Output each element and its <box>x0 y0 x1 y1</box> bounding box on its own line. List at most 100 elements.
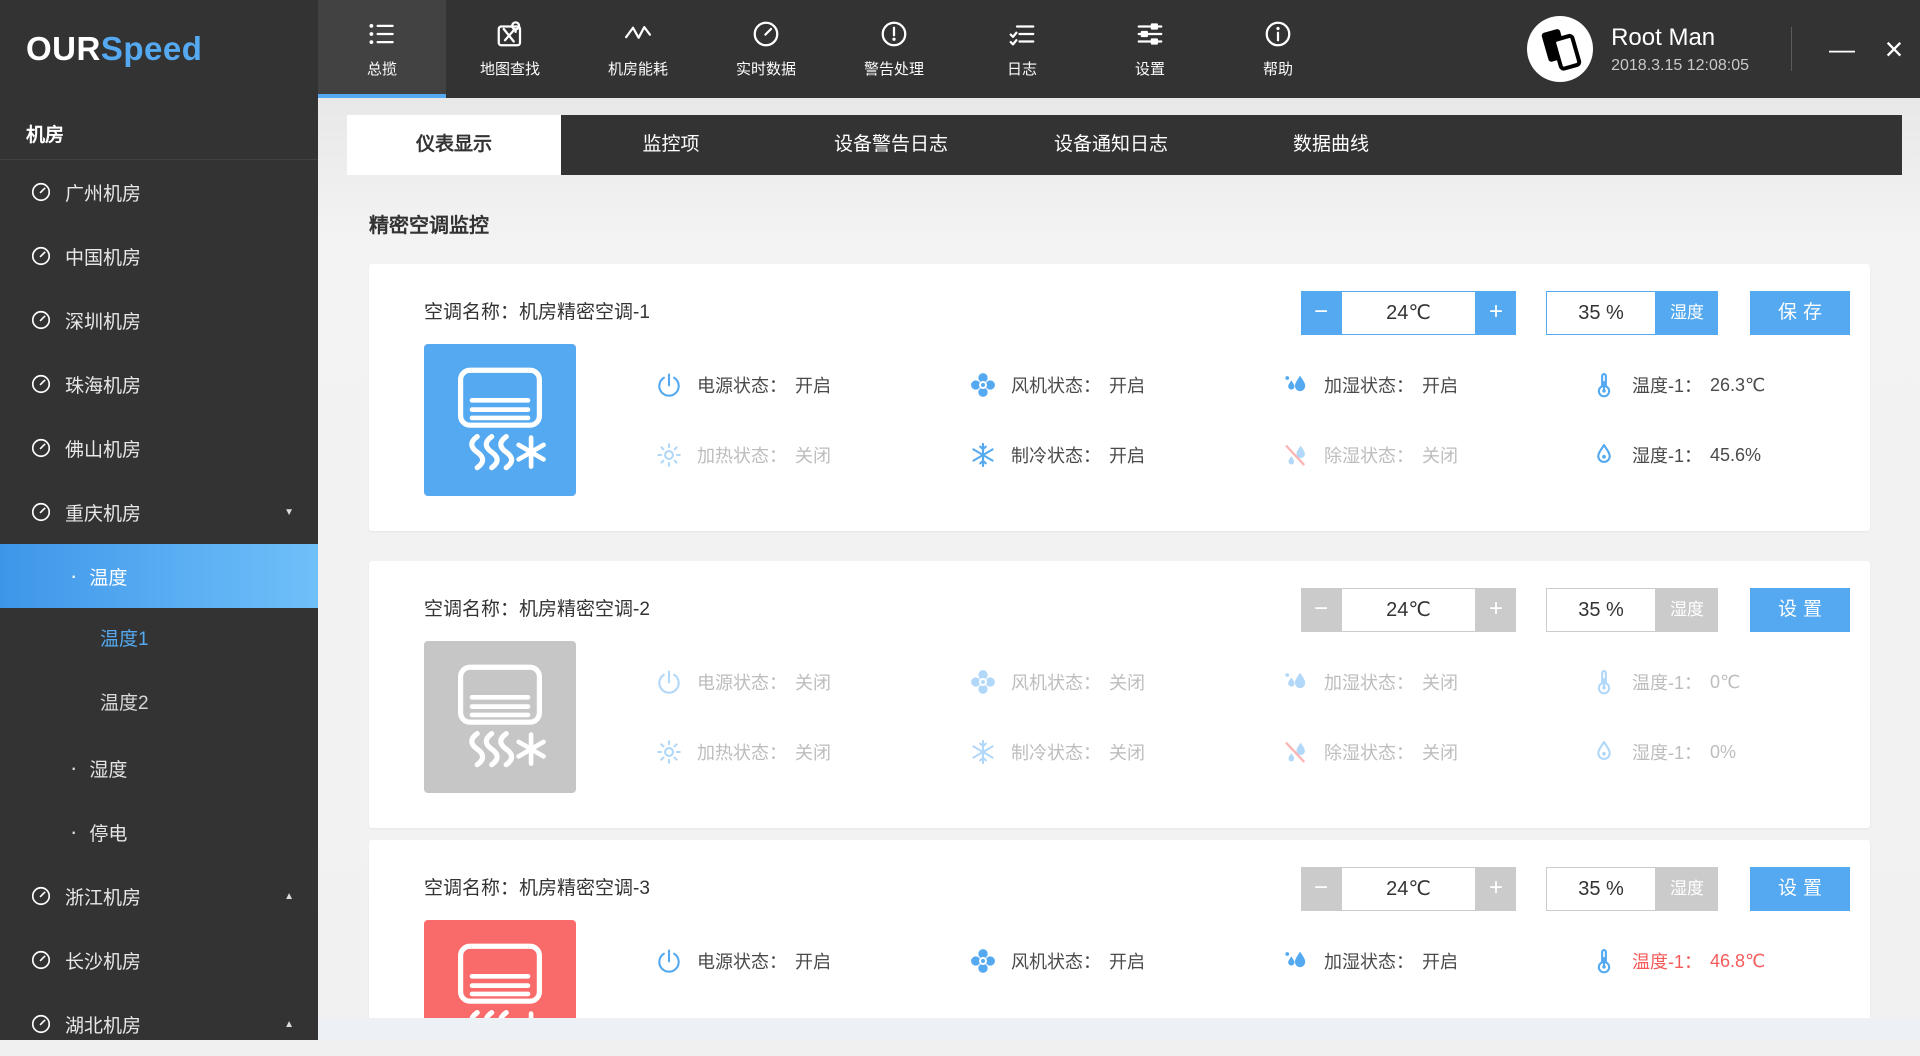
window-close-button[interactable]: × <box>1868 31 1920 68</box>
status-item: 制冷状态： 关闭 <box>969 737 1145 767</box>
sidebar-item-china[interactable]: 中国机房 <box>0 224 318 288</box>
status-label: 电源状态： <box>697 948 787 974</box>
topnav-item-settings[interactable]: 设置 <box>1086 0 1214 98</box>
bullet-icon: · <box>70 819 77 845</box>
heat-icon <box>655 441 683 469</box>
fan-icon <box>969 947 997 975</box>
temp-setpoint-field[interactable]: 24℃ <box>1341 588 1476 632</box>
log-icon <box>958 19 1086 53</box>
topnav-item-help[interactable]: 帮助 <box>1214 0 1342 98</box>
window-minimize-button[interactable]: — <box>1816 39 1868 59</box>
sidebar-item-power-outage[interactable]: · 停电 <box>0 800 318 864</box>
status-item: 温度-1： 0℃ <box>1590 667 1740 697</box>
status-label: 加湿状态： <box>1324 372 1414 398</box>
action-button[interactable]: 设置 <box>1750 588 1850 632</box>
status-value: 开启 <box>1422 372 1458 398</box>
ac-name-label: 空调名称： <box>424 302 519 323</box>
topnav-item-logs[interactable]: 日志 <box>958 0 1086 98</box>
status-item: 电源状态： 开启 <box>655 946 831 976</box>
power-icon <box>655 947 683 975</box>
status-label: 温度-1： <box>1632 372 1702 398</box>
status-label: 电源状态： <box>697 669 787 695</box>
temp-setpoint-field[interactable]: 24℃ <box>1341 291 1476 335</box>
humidify-icon <box>1282 668 1310 696</box>
temp-decrease-button[interactable]: − <box>1301 588 1341 632</box>
sidebar-subitem-label: 温度1 <box>100 629 149 650</box>
humidity-setpoint-field[interactable]: 35 % <box>1546 867 1656 911</box>
gauge-icon <box>30 1013 52 1035</box>
user-avatar[interactable] <box>1527 16 1593 82</box>
nav-label: 实时数据 <box>702 58 830 79</box>
sidebar-item-chongqing[interactable]: 重庆机房 ▼ <box>0 480 318 544</box>
sidebar-item-temperature-2[interactable]: 温度2 <box>0 672 318 736</box>
temp-decrease-button[interactable]: − <box>1301 867 1341 911</box>
sidebar-item-shenzhen[interactable]: 深圳机房 <box>0 288 318 352</box>
status-value: 45.6% <box>1710 445 1761 466</box>
nav-label: 设置 <box>1086 58 1214 79</box>
status-item: 风机状态： 开启 <box>969 946 1145 976</box>
sliders-icon <box>1086 19 1214 53</box>
status-label: 制冷状态： <box>1011 739 1101 765</box>
humidity-icon <box>1590 441 1618 469</box>
temp-increase-button[interactable]: + <box>1476 867 1516 911</box>
status-label: 加热状态： <box>697 442 787 468</box>
status-item: 除湿状态： 关闭 <box>1282 440 1458 470</box>
topnav-item-map-search[interactable]: 地图查找 <box>446 0 574 98</box>
sidebar-item-label: 佛山机房 <box>65 435 141 462</box>
gauge-icon <box>30 501 52 523</box>
logo-text-accent: Speed <box>101 30 203 68</box>
humidity-setpoint-field[interactable]: 35 % <box>1546 588 1656 632</box>
status-item: 风机状态： 关闭 <box>969 667 1145 697</box>
sidebar-item-zhuhai[interactable]: 珠海机房 <box>0 352 318 416</box>
sidebar-item-hubei[interactable]: 湖北机房 ▲ <box>0 992 318 1056</box>
dehumidify-icon <box>1282 738 1310 766</box>
app-logo: OURSpeed <box>0 0 318 98</box>
info-icon <box>1214 19 1342 53</box>
humidity-button[interactable]: 湿度 <box>1656 291 1718 335</box>
sidebar-item-temperature-1[interactable]: 温度1 <box>0 608 318 672</box>
sidebar-item-temperature[interactable]: · 温度 <box>0 544 318 608</box>
sidebar-item-label: 广州机房 <box>65 179 141 206</box>
humidity-button[interactable]: 湿度 <box>1656 588 1718 632</box>
status-label: 温度-1： <box>1632 669 1702 695</box>
tab-monitor-items[interactable]: 监控项 <box>561 115 781 175</box>
temp-increase-button[interactable]: + <box>1476 291 1516 335</box>
sidebar-item-zhejiang[interactable]: 浙江机房 ▲ <box>0 864 318 928</box>
topnav-item-overview[interactable]: 总揽 <box>318 0 446 98</box>
status-item: 湿度-1： 45.6% <box>1590 440 1761 470</box>
sidebar-list: 广州机房 中国机房 深圳机房 珠海机房 佛山机房 重庆机房 ▼ · 温度 温度1… <box>0 160 318 1056</box>
sidebar-item-humidity[interactable]: · 湿度 <box>0 736 318 800</box>
humidity-setpoint-field[interactable]: 35 % <box>1546 291 1656 335</box>
temp-setpoint-field[interactable]: 24℃ <box>1341 867 1476 911</box>
topnav-item-alert-handling[interactable]: 警告处理 <box>830 0 958 98</box>
status-value: 开启 <box>1109 948 1145 974</box>
card-list: 空调名称：机房精密空调-1 − 24℃ + 35 % 湿度 保存 电源状态： 开… <box>318 264 1920 1018</box>
action-button[interactable]: 设置 <box>1750 867 1850 911</box>
status-value: 开启 <box>1109 442 1145 468</box>
sidebar-item-changsha[interactable]: 长沙机房 <box>0 928 318 992</box>
tab-device-notice-log[interactable]: 设备通知日志 <box>1001 115 1221 175</box>
topnav-item-realtime-data[interactable]: 实时数据 <box>702 0 830 98</box>
status-value: 开启 <box>795 948 831 974</box>
sidebar-item-foshan[interactable]: 佛山机房 <box>0 416 318 480</box>
ac-unit-icon <box>424 641 576 793</box>
overview-icon <box>318 19 446 53</box>
status-item: 电源状态： 关闭 <box>655 667 831 697</box>
temp-increase-button[interactable]: + <box>1476 588 1516 632</box>
tab-device-alert-log[interactable]: 设备警告日志 <box>781 115 1001 175</box>
sidebar-item-guangzhou[interactable]: 广州机房 <box>0 160 318 224</box>
tab-gauge-display[interactable]: 仪表显示 <box>347 115 561 175</box>
action-button[interactable]: 保存 <box>1750 291 1850 335</box>
sidebar-subitem-label: 温度 <box>89 563 127 590</box>
status-value: 0℃ <box>1710 672 1740 693</box>
tab-data-curve[interactable]: 数据曲线 <box>1221 115 1441 175</box>
status-item: 制冷状态： 开启 <box>969 440 1145 470</box>
status-label: 温度-1： <box>1632 948 1702 974</box>
humidity-button[interactable]: 湿度 <box>1656 867 1718 911</box>
nav-label: 日志 <box>958 58 1086 79</box>
topnav-item-room-energy[interactable]: 机房能耗 <box>574 0 702 98</box>
humidity-icon <box>1590 738 1618 766</box>
temp-decrease-button[interactable]: − <box>1301 291 1341 335</box>
sidebar-subitem-label: 停电 <box>89 819 127 846</box>
status-label: 湿度-1： <box>1632 442 1702 468</box>
